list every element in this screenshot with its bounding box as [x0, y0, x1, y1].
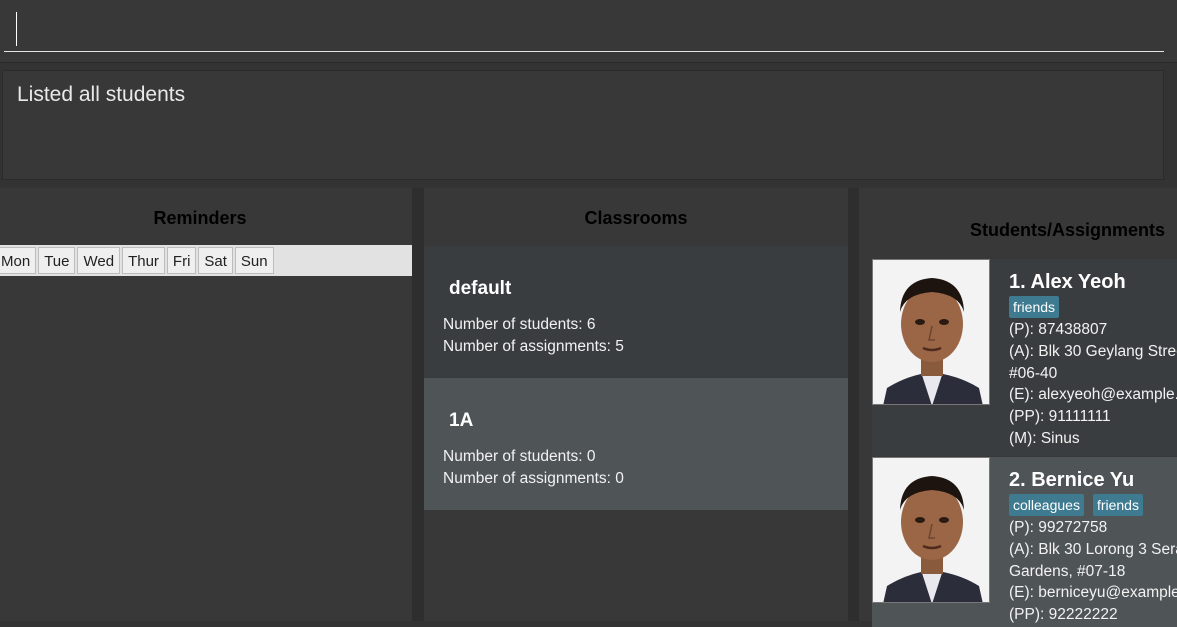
student-name: 1. Alex Yeoh — [1009, 271, 1126, 293]
text-cursor — [16, 12, 17, 46]
panel-divider[interactable] — [848, 188, 859, 621]
student-address: (A): Blk 30 Geylang Street 29, — [1009, 343, 1177, 360]
student-phone: (P): 99272758 — [1009, 519, 1108, 536]
student-address-line2: Gardens, #07-18 — [1009, 563, 1126, 580]
command-input[interactable] — [4, 6, 1164, 52]
student-parent-phone: (PP): 92222222 — [1009, 606, 1118, 623]
classroom-assignment-count: Number of assignments: 0 — [443, 470, 624, 487]
tab-wed[interactable]: Wed — [77, 247, 121, 274]
student-email: (E): alexyeoh@example.com — [1009, 386, 1177, 403]
classrooms-title: Classrooms — [584, 208, 688, 228]
student-address-line2: #06-40 — [1009, 365, 1058, 382]
tag-badge: friends — [1009, 296, 1060, 318]
student-email: (E): berniceyu@example.com — [1009, 584, 1177, 601]
student-card[interactable]: 2. Bernice Yu colleagues friends (P): 99… — [872, 457, 1177, 627]
student-photo — [872, 259, 990, 405]
classrooms-panel: Classrooms default Number of students: 6… — [424, 188, 848, 621]
student-phone: (P): 87438807 — [1009, 321, 1108, 338]
student-address: (A): Blk 30 Lorong 3 Serangoon — [1009, 541, 1177, 558]
tab-mon[interactable]: Mon — [0, 247, 37, 274]
students-panel: Students/Assignments 1. Alex Yeoh friend… — [859, 188, 1177, 627]
reminders-title: Reminders — [153, 208, 247, 228]
student-medical: (M): Sinus — [1009, 430, 1080, 447]
classroom-name: 1A — [449, 410, 474, 431]
student-name: 2. Bernice Yu — [1009, 469, 1135, 491]
classroom-student-count: Number of students: 6 — [443, 316, 596, 333]
panel-divider[interactable] — [412, 188, 424, 621]
tab-thur[interactable]: Thur — [122, 247, 165, 274]
classroom-student-count: Number of students: 0 — [443, 448, 596, 465]
tab-sat[interactable]: Sat — [198, 247, 233, 274]
tag-badge: friends — [1092, 494, 1143, 516]
tag-list: friends — [1009, 296, 1060, 318]
tag-list: colleagues friends — [1009, 494, 1143, 516]
students-title: Students/Assignments — [970, 220, 1166, 240]
result-display: Listed all students — [2, 70, 1164, 180]
classroom-card[interactable]: default Number of students: 6 Number of … — [424, 246, 848, 378]
classroom-card[interactable]: 1A Number of students: 0 Number of assig… — [424, 378, 848, 510]
day-tabs: Mon Tue Wed Thur Fri Sat Sun — [0, 245, 412, 276]
classroom-name: default — [449, 278, 512, 299]
command-box — [0, 0, 1177, 63]
classroom-assignment-count: Number of assignments: 5 — [443, 338, 624, 355]
student-card[interactable]: 1. Alex Yeoh friends (P): 87438807 (A): … — [872, 259, 1177, 456]
result-text: Listed all students — [17, 83, 186, 106]
student-photo — [872, 457, 990, 603]
tab-sun[interactable]: Sun — [234, 247, 274, 274]
reminders-panel: Reminders Mon Tue Wed Thur Fri Sat Sun — [0, 188, 412, 621]
tab-tue[interactable]: Tue — [38, 247, 76, 274]
tag-badge: colleagues — [1009, 494, 1084, 516]
tab-fri[interactable]: Fri — [166, 247, 197, 274]
student-parent-phone: (PP): 91111111 — [1009, 408, 1111, 425]
